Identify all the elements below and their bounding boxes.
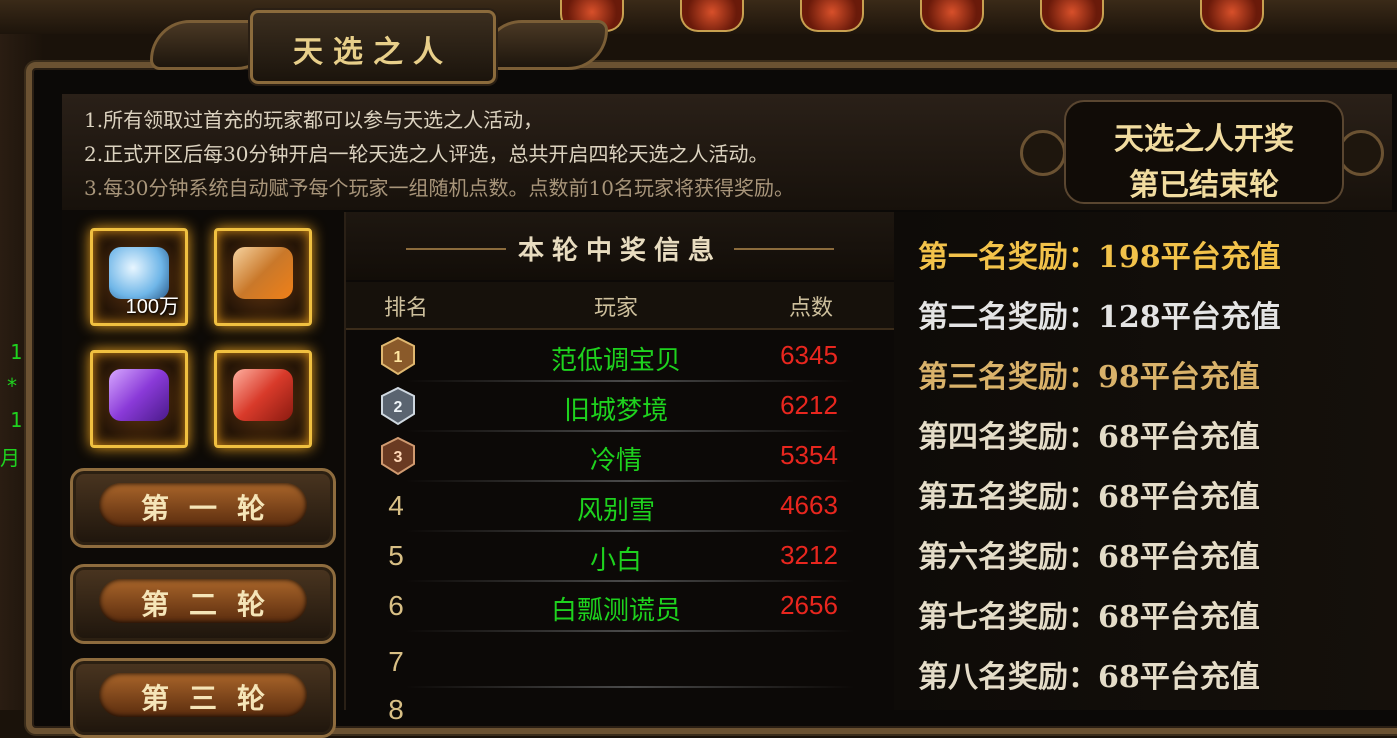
reward-item-slot[interactable] xyxy=(90,350,188,448)
svg-text:1: 1 xyxy=(394,349,403,366)
winners-table-panel: 本轮中奖信息 排名 玩家 点数 1 范低调宝贝 6345 2 旧城梦境 6212… xyxy=(344,212,896,725)
chest-icon[interactable] xyxy=(800,0,864,32)
table-header-row: 排名 玩家 点数 xyxy=(346,282,894,330)
table-row: 7 xyxy=(346,638,894,688)
table-row: 3 冷情 5354 xyxy=(346,432,894,482)
award-title: 天选之人开奖 xyxy=(1114,122,1294,157)
rank-number: 7 xyxy=(388,646,404,677)
panel-ornament xyxy=(1338,130,1384,176)
award-status-inner: 天选之人开奖 第已结束轮 xyxy=(1064,100,1344,204)
swords-icon[interactable] xyxy=(680,0,744,32)
player-score: 3212 xyxy=(780,540,838,570)
side-overlay-text: 1 xyxy=(10,408,23,432)
frame-ornament xyxy=(482,20,608,70)
window-title: 天选之人 xyxy=(293,35,453,70)
red-scroll-icon xyxy=(233,369,293,421)
reward-item: 第六名奖励：68平台充值 xyxy=(918,540,1260,575)
score-column-header: 点数 xyxy=(788,296,833,321)
round-label: 第三轮 xyxy=(140,682,285,715)
treasure-icon[interactable] xyxy=(920,0,984,32)
reward-item: 第二名奖励：128平台充值 xyxy=(918,300,1281,335)
table-row: 8 xyxy=(346,686,894,736)
panel-ornament xyxy=(1020,130,1066,176)
player-score: 2656 xyxy=(780,590,838,620)
rank-number: 6 xyxy=(388,590,404,621)
round-button-face: 第二轮 xyxy=(99,579,307,623)
row-divider xyxy=(406,630,854,632)
silver-medal-icon: 2 xyxy=(381,386,415,426)
round-label: 第二轮 xyxy=(140,588,285,621)
gold-medal-icon: 1 xyxy=(381,336,415,376)
rank-number: 4 xyxy=(388,490,404,521)
award-round-status: 第已结束轮 xyxy=(1129,168,1279,203)
round-2-button[interactable]: 第二轮 xyxy=(70,564,336,644)
fire-scroll-icon xyxy=(233,247,293,299)
reward-item: 第三名奖励：98平台充值 xyxy=(918,360,1260,395)
rule-text: 2.正式开区后每30分钟开启一轮天选之人评选，总共开启四轮天选之人活动。 xyxy=(84,142,769,166)
lucky-cat-icon[interactable] xyxy=(1040,0,1104,32)
reward-item-slot[interactable] xyxy=(214,350,312,448)
player-name: 白瓢测谎员 xyxy=(550,596,681,626)
reward-item: 第一名奖励：198平台充值 xyxy=(918,240,1281,275)
player-score: 4663 xyxy=(780,490,838,520)
player-score: 6212 xyxy=(780,390,838,420)
player-name: 旧城梦境 xyxy=(563,396,668,426)
rank-number: 5 xyxy=(388,540,404,571)
winners-header: 本轮中奖信息 xyxy=(346,212,894,280)
table-row: 5 小白 3212 xyxy=(346,532,894,582)
purple-scroll-icon xyxy=(109,369,169,421)
award-status-panel: 天选之人开奖 第已结束轮 xyxy=(1020,100,1384,206)
reward-item-slot[interactable] xyxy=(214,228,312,326)
side-overlay-text: 1 xyxy=(10,340,23,364)
reward-list-panel: 第一名奖励：198平台充值 第二名奖励：128平台充值 第三名奖励：98平台充值… xyxy=(894,212,1397,710)
winners-title: 本轮中奖信息 xyxy=(517,236,722,266)
rule-text: 1.所有领取过首充的玩家都可以参与天选之人活动， xyxy=(84,108,544,132)
reward-item: 第四名奖励：68平台充值 xyxy=(918,420,1260,455)
player-score: 5354 xyxy=(780,440,838,470)
rank-number: 8 xyxy=(388,694,404,725)
bronze-medal-icon: 3 xyxy=(381,436,415,476)
round-3-button[interactable]: 第三轮 xyxy=(70,658,336,738)
round-button-face: 第一轮 xyxy=(99,483,307,527)
reward-item-slot[interactable]: 100万 xyxy=(90,228,188,326)
reward-item: 第八名奖励：68平台充值 xyxy=(918,660,1260,695)
table-row: 6 白瓢测谎员 2656 xyxy=(346,582,894,632)
player-column-header: 玩家 xyxy=(593,296,638,321)
player-name: 风别雪 xyxy=(576,496,655,526)
round-1-button[interactable]: 第一轮 xyxy=(70,468,336,548)
crest-icon[interactable] xyxy=(1200,0,1264,32)
rule-text: 3.每30分钟系统自动赋予每个玩家一组随机点数。点数前10名玩家将获得奖励。 xyxy=(84,176,794,200)
window-title-plate: 天选之人 xyxy=(250,10,496,84)
svg-text:2: 2 xyxy=(394,399,403,416)
player-name: 冷情 xyxy=(589,446,642,476)
table-row: 4 风别雪 4663 xyxy=(346,482,894,532)
reward-item: 第七名奖励：68平台充值 xyxy=(918,600,1260,635)
player-name: 范低调宝贝 xyxy=(550,346,681,376)
reward-item: 第五名奖励：68平台充值 xyxy=(918,480,1260,515)
round-label: 第一轮 xyxy=(140,492,285,525)
round-button-face: 第三轮 xyxy=(99,673,307,717)
svg-text:3: 3 xyxy=(394,449,403,466)
item-count: 100万 xyxy=(125,296,179,318)
rank-column-header: 排名 xyxy=(383,296,428,321)
table-row: 2 旧城梦境 6212 xyxy=(346,382,894,432)
player-name: 小白 xyxy=(589,546,642,576)
player-score: 6345 xyxy=(780,340,838,370)
table-row: 1 范低调宝贝 6345 xyxy=(346,332,894,382)
